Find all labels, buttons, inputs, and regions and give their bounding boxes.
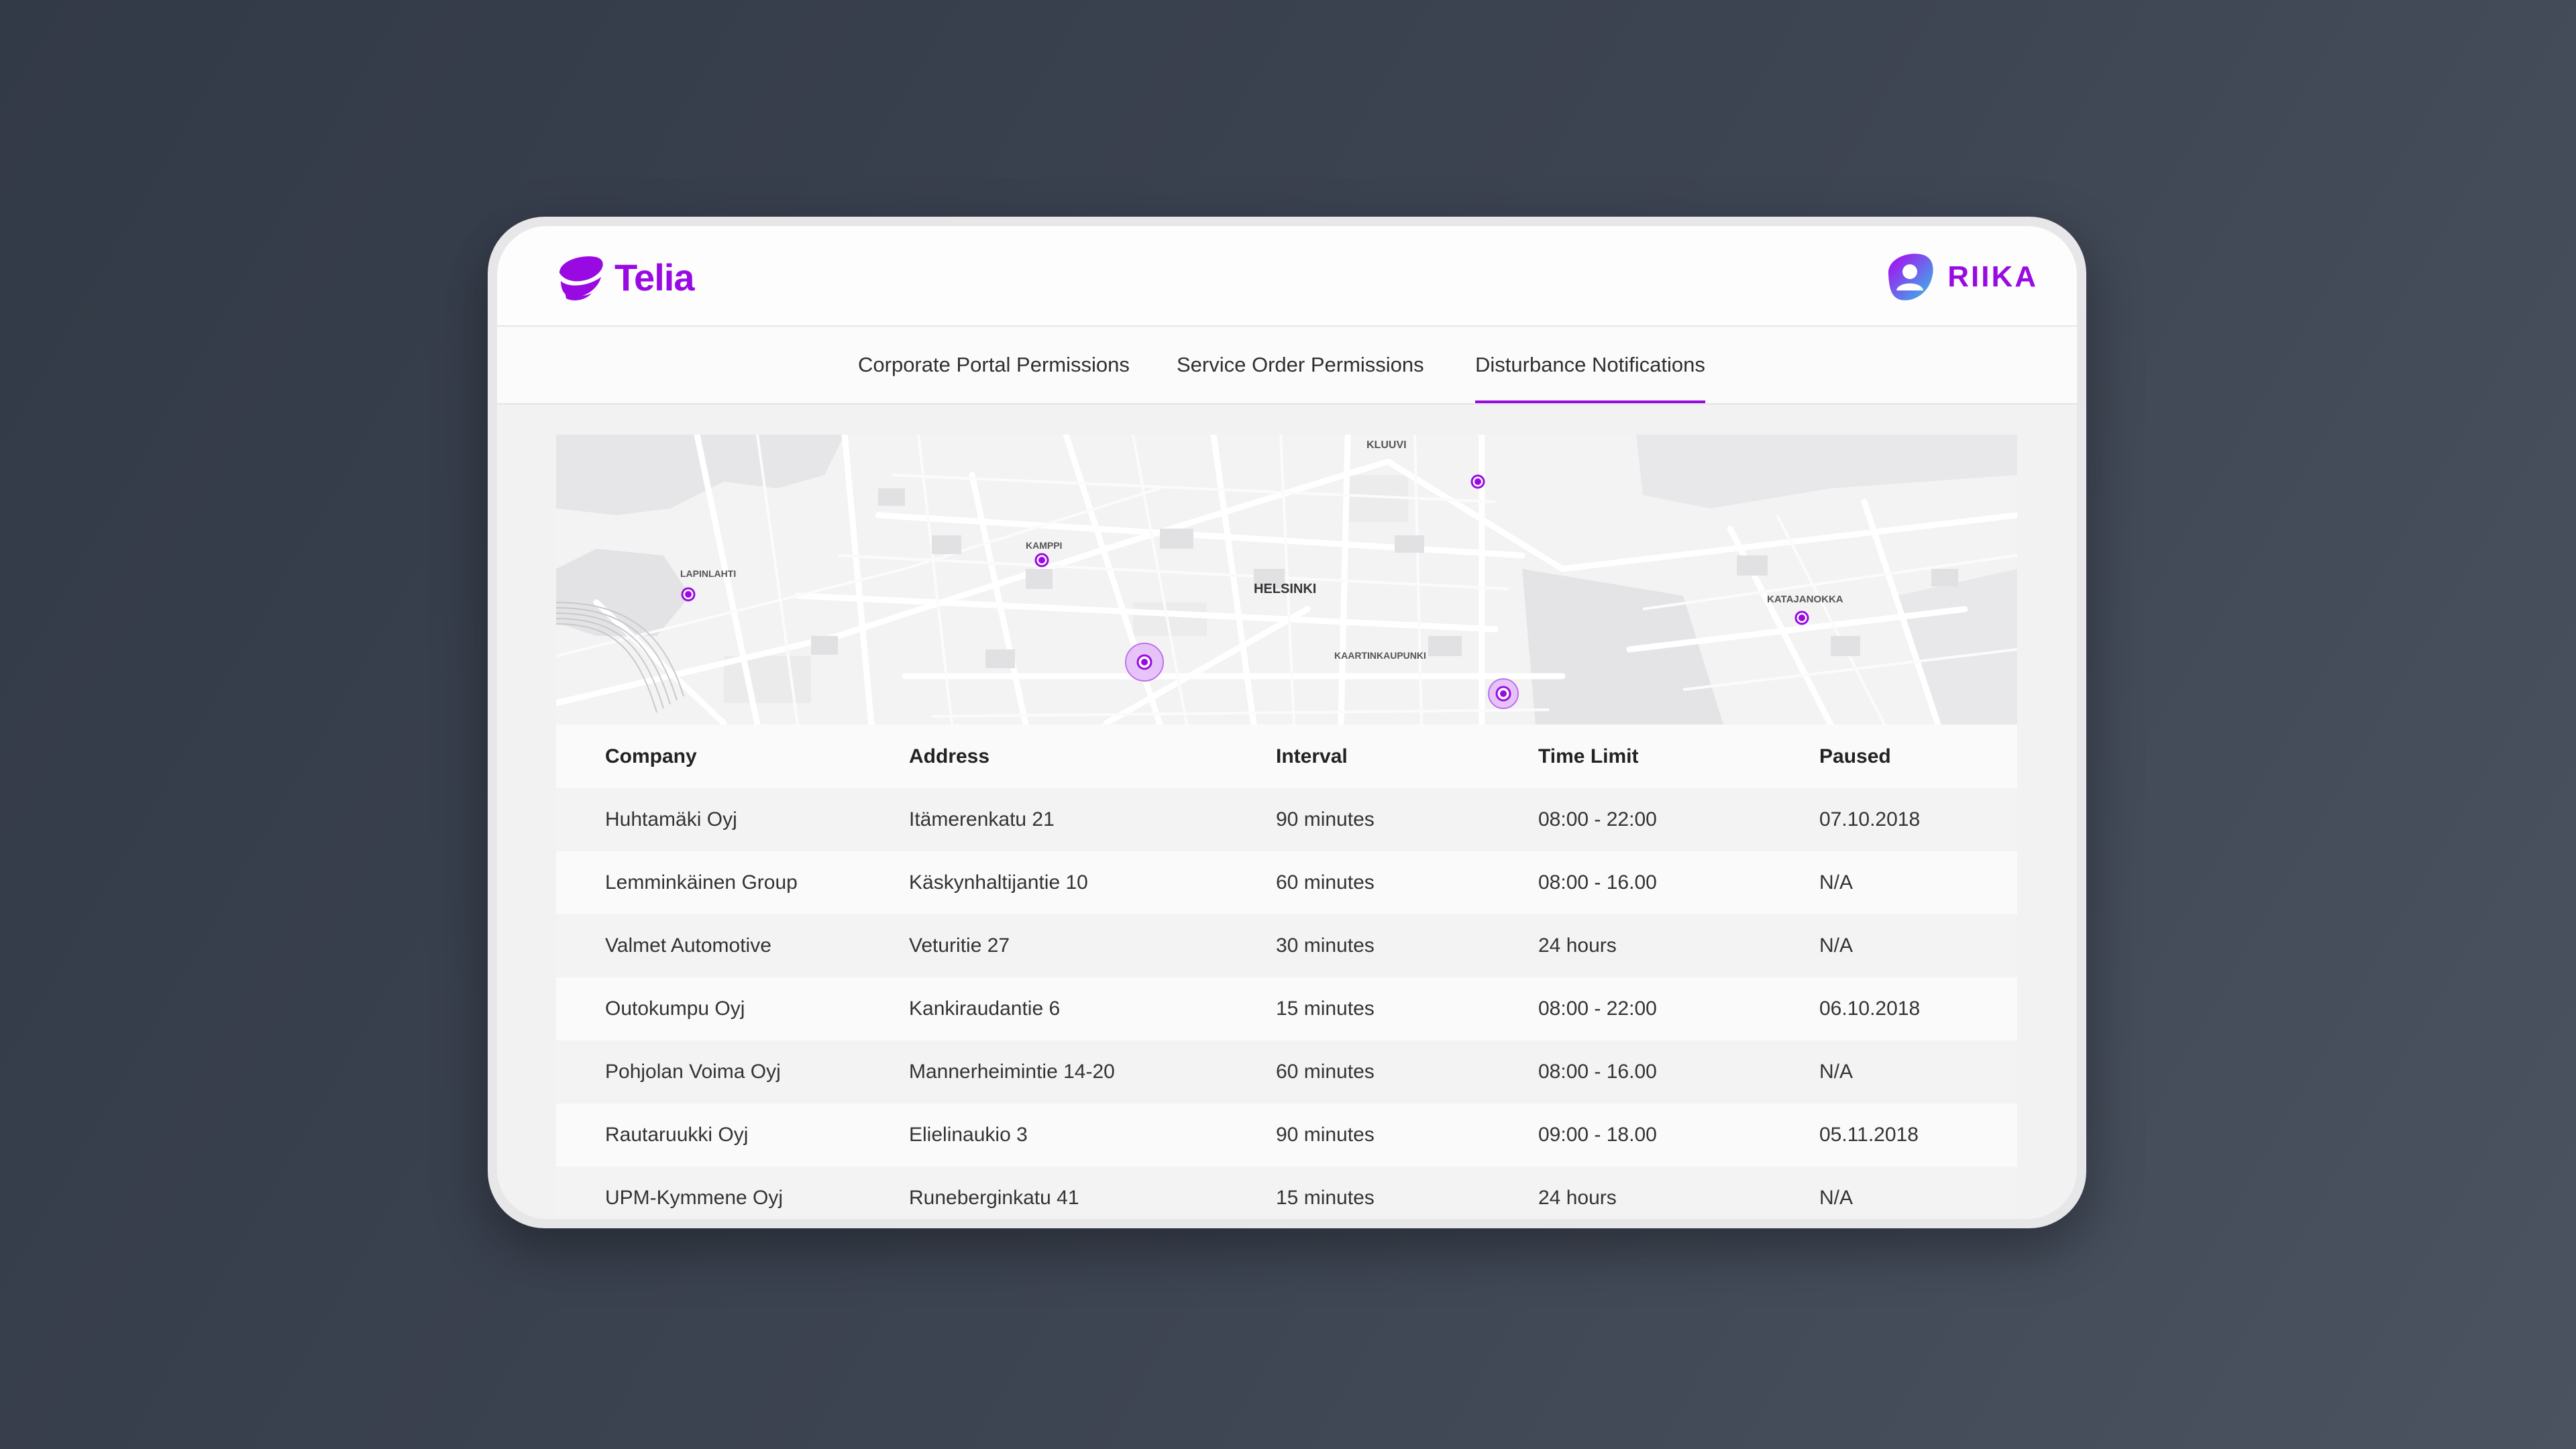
table-row[interactable]: UPM-Kymmene Oyj Runeberginkatu 41 15 min… — [556, 1167, 2017, 1219]
cell-company: Outokumpu Oyj — [605, 998, 745, 1020]
map-marker[interactable] — [681, 587, 696, 602]
cell-address: Elielinaukio 3 — [909, 1124, 1028, 1146]
cell-paused: N/A — [1819, 934, 1854, 957]
telia-wordmark: Telia — [614, 256, 694, 299]
cell-interval: 15 minutes — [1276, 1187, 1375, 1209]
column-header-time-limit[interactable]: Time Limit — [1538, 745, 1819, 768]
cell-company: UPM-Kymmene Oyj — [605, 1187, 784, 1209]
cell-time-limit: 08:00 - 22:00 — [1538, 808, 1657, 830]
riika-logo[interactable]: RIIKA — [1883, 250, 2038, 304]
cell-address: Runeberginkatu 41 — [909, 1187, 1079, 1209]
app-header: Telia RIIKA — [497, 226, 2077, 327]
map-marker-active[interactable] — [1488, 678, 1519, 709]
cell-interval: 90 minutes — [1276, 808, 1375, 830]
cell-address: Veturitie 27 — [909, 934, 1010, 957]
map-label-kamppi: KAMPPI — [1026, 540, 1062, 551]
telia-logo[interactable]: Telia — [554, 250, 694, 304]
map-label-katajanokka: KATAJANOKKA — [1767, 594, 1843, 605]
tab-corporate-portal-permissions[interactable]: Corporate Portal Permissions — [858, 327, 1130, 403]
cell-interval: 60 minutes — [1276, 871, 1375, 894]
cell-interval: 60 minutes — [1276, 1061, 1375, 1083]
cell-paused: 07.10.2018 — [1819, 808, 1921, 830]
cell-interval: 90 minutes — [1276, 1124, 1375, 1146]
map-label-lapinlahti: LAPINLAHTI — [680, 568, 736, 579]
telia-pebble-icon — [559, 256, 603, 301]
table-row[interactable]: Pohjolan Voima Oyj Mannerheimintie 14-20… — [556, 1040, 2017, 1104]
app-screen: Telia RIIKA Corporate Portal Permissions… — [497, 226, 2077, 1219]
cell-address: Mannerheimintie 14-20 — [909, 1061, 1115, 1083]
tablet-frame: Telia RIIKA Corporate Portal Permissions… — [488, 217, 2086, 1228]
column-header-paused[interactable]: Paused — [1819, 745, 2017, 768]
user-avatar-icon — [1888, 254, 1933, 301]
tab-bar: Corporate Portal Permissions Service Ord… — [497, 327, 2077, 405]
cell-company: Rautaruukki Oyj — [605, 1124, 749, 1146]
cell-paused: N/A — [1819, 1187, 1854, 1209]
table-row[interactable]: Huhtamäki Oyj Itämerenkatu 21 90 minutes… — [556, 788, 2017, 851]
cell-time-limit: 24 hours — [1538, 934, 1617, 957]
map-label-kaartinkaupunki: KAARTINKAUPUNKI — [1334, 650, 1426, 661]
cell-paused: N/A — [1819, 1061, 1854, 1083]
cell-time-limit: 08:00 - 22:00 — [1538, 998, 1657, 1020]
column-header-interval[interactable]: Interval — [1276, 745, 1538, 768]
map-view[interactable]: KLUUVI LAPINLAHTI KAMPPI HELSINKI KATAJA… — [556, 435, 2017, 724]
table-row[interactable]: Outokumpu Oyj Kankiraudantie 6 15 minute… — [556, 977, 2017, 1040]
cell-company: Pohjolan Voima Oyj — [605, 1061, 781, 1083]
column-header-address[interactable]: Address — [909, 745, 1276, 768]
cell-time-limit: 08:00 - 16.00 — [1538, 1061, 1657, 1083]
table-row[interactable]: Valmet Automotive Veturitie 27 30 minute… — [556, 914, 2017, 977]
riika-wordmark: RIIKA — [1947, 260, 2038, 293]
map-marker[interactable] — [1794, 610, 1809, 625]
main-content: KLUUVI LAPINLAHTI KAMPPI HELSINKI KATAJA… — [497, 405, 2077, 1219]
map-marker-active[interactable] — [1125, 643, 1164, 682]
cell-time-limit: 08:00 - 16.00 — [1538, 871, 1657, 894]
cell-interval: 15 minutes — [1276, 998, 1375, 1020]
cell-address: Käskynhaltijantie 10 — [909, 871, 1088, 894]
cell-company: Huhtamäki Oyj — [605, 808, 737, 830]
cell-paused: N/A — [1819, 871, 1854, 894]
cell-paused: 06.10.2018 — [1819, 998, 1921, 1020]
map-label-kluuvi: KLUUVI — [1366, 439, 1407, 451]
map-marker[interactable] — [1034, 553, 1049, 568]
cell-address: Itämerenkatu 21 — [909, 808, 1055, 830]
map-label-helsinki: HELSINKI — [1254, 582, 1316, 596]
notifications-table: Company Address Interval Time Limit Paus… — [556, 724, 2017, 1219]
cell-address: Kankiraudantie 6 — [909, 998, 1061, 1020]
table-body: Huhtamäki Oyj Itämerenkatu 21 90 minutes… — [556, 788, 2017, 1219]
cell-paused: 05.11.2018 — [1819, 1124, 1919, 1146]
tab-service-order-permissions[interactable]: Service Order Permissions — [1177, 327, 1424, 403]
table-row[interactable]: Rautaruukki Oyj Elielinaukio 3 90 minute… — [556, 1104, 2017, 1167]
map-marker[interactable] — [1470, 474, 1485, 489]
helsinki-map[interactable]: KLUUVI LAPINLAHTI KAMPPI HELSINKI KATAJA… — [556, 435, 2017, 724]
cell-time-limit: 09:00 - 18.00 — [1538, 1124, 1657, 1146]
table-row[interactable]: Lemminkäinen Group Käskynhaltijantie 10 … — [556, 851, 2017, 914]
table-header: Company Address Interval Time Limit Paus… — [556, 724, 2017, 788]
cell-interval: 30 minutes — [1276, 934, 1375, 957]
cell-company: Lemminkäinen Group — [605, 871, 798, 894]
cell-time-limit: 24 hours — [1538, 1187, 1617, 1209]
column-header-company[interactable]: Company — [556, 745, 909, 768]
cell-company: Valmet Automotive — [605, 934, 771, 957]
tab-disturbance-notifications[interactable]: Disturbance Notifications — [1475, 327, 1705, 403]
